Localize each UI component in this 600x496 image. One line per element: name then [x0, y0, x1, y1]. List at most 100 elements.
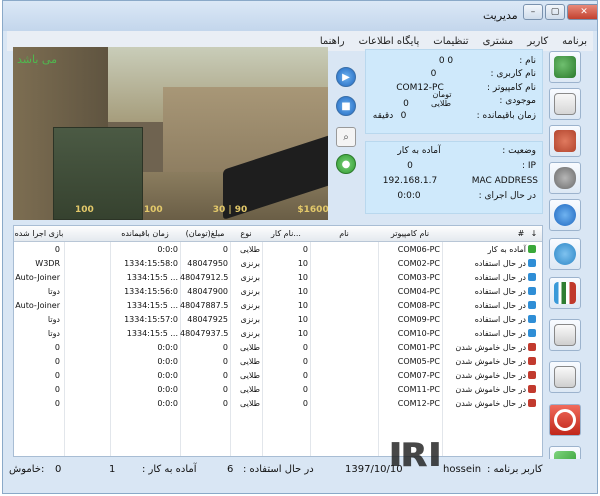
table-row[interactable]: Auto-Joiner 1334:15:5 ... 48047912.5 برنزی 1… [14, 271, 542, 285]
cell-amount: 0 [222, 343, 228, 352]
statusbar-in-use-value: 6 [227, 464, 234, 475]
settings-gear-icon [554, 243, 576, 265]
cell-game: 0 [54, 385, 60, 394]
maximize-button[interactable]: ▢ [545, 4, 565, 20]
info-remaining-label: زمان باقیمانده : [476, 111, 536, 121]
report-button[interactable] [549, 277, 581, 309]
cell-status: در حال خاموش شدن [444, 343, 536, 352]
status-ip-row: IP : 0 [366, 161, 542, 174]
cell-remaining: 0:0:0 [157, 371, 178, 380]
table-row[interactable]: Auto-Joiner 1334:15:5 ... 48047887.5 برنزی 1… [14, 299, 542, 313]
statusbar-in-use-label: در حال استفاده : [243, 464, 314, 475]
users-group-button[interactable] [549, 125, 581, 157]
document-button[interactable] [549, 361, 581, 393]
menu-customer[interactable]: مشتری [483, 36, 514, 47]
cell-game: 0 [54, 245, 60, 254]
cell-username: 0 [302, 371, 308, 380]
col-name[interactable]: نام [310, 229, 378, 238]
window-title: مدیریت [483, 9, 518, 22]
info-username-label: نام کاربری : [490, 69, 536, 79]
users-group-icon [554, 130, 576, 152]
cell-game: 0 [54, 357, 60, 366]
info-username-value: 0 [430, 69, 437, 79]
cell-amount: 48047925 [187, 315, 228, 324]
settings-button[interactable] [549, 238, 581, 270]
col-computer[interactable]: نام کامپیوتر [378, 229, 442, 238]
status-computer-icon [528, 399, 536, 407]
col-username[interactable]: نام کار... [262, 229, 310, 238]
bar-chart-icon [554, 282, 576, 304]
status-computer-icon [528, 371, 536, 379]
customer-info-panel: نام : 0 0 نام کاربری : 0 نام کامپیوتر : … [365, 49, 543, 134]
user-card-button[interactable] [549, 88, 581, 120]
menu-program[interactable]: برنامه [562, 36, 587, 47]
status-text: در حال خاموش شدن [455, 371, 526, 380]
play-button[interactable]: ▶ [336, 67, 356, 87]
cell-type: برنزی [240, 315, 260, 324]
gamepad-icon [554, 167, 576, 189]
menu-user[interactable]: کاربر [527, 36, 548, 47]
table-row[interactable]: 0 0:0:0 0 طلایی 0 COM11-PC در حال خاموش شدن [14, 383, 542, 397]
col-type[interactable]: نوع [230, 229, 262, 238]
status-text: در حال استفاده [474, 301, 526, 310]
preview-hud: 100 100 30 | 90 $16000 [75, 205, 328, 219]
add-document-button[interactable] [549, 319, 581, 351]
table-row[interactable]: 0 0:0:0 0 طلایی 0 COM06-PC آماده به کار [14, 243, 542, 257]
cell-username: 10 [297, 273, 308, 282]
cell-status: در حال خاموش شدن [444, 399, 536, 408]
hud-money: $16000 [297, 205, 328, 215]
table-row[interactable]: 0 0:0:0 0 طلایی 0 COM01-PC در حال خاموش شدن [14, 341, 542, 355]
cell-status: در حال استفاده [444, 329, 536, 338]
cell-type: برنزی [240, 259, 260, 268]
menu-settings[interactable]: تنظیمات [433, 36, 468, 47]
stop-button[interactable]: ■ [336, 96, 356, 116]
table-row[interactable]: 0 0:0:0 0 طلایی 0 COM12-PC در حال خاموش شدن [14, 397, 542, 411]
col-game[interactable]: بازی اجرا شده [14, 229, 64, 238]
hud-health: 100 [75, 205, 94, 215]
cell-status: آماده به کار [444, 245, 536, 254]
cell-amount: 48047912.5 [180, 273, 229, 282]
cell-username: 10 [297, 329, 308, 338]
table-row[interactable]: 0 0:0:0 0 طلایی 0 COM05-PC در حال خاموش شدن [14, 355, 542, 369]
status-text: در حال استفاده [474, 287, 526, 296]
cell-username: 10 [297, 287, 308, 296]
cell-computer: COM12-PC [397, 399, 440, 408]
table-row[interactable]: دوتا 1334:15:5 ... 48047937.5 برنزی 10 COM10-… [14, 327, 542, 341]
menu-database[interactable]: پایگاه اطلاعات [359, 36, 420, 47]
col-remaining[interactable]: زمان باقیمانده [110, 229, 180, 238]
statusbar-off-label: خاموش: [9, 464, 45, 475]
add-user-button[interactable] [549, 51, 581, 83]
status-running-value: 0:0:0 [397, 191, 421, 201]
zoom-button[interactable]: ⌕ [336, 127, 356, 147]
status-text: در حال خاموش شدن [455, 343, 526, 352]
table-row[interactable]: W3DR 1334:15:58:0 48047950 برنزی 10 COM02-PC د… [14, 257, 542, 271]
cell-game: Auto-Joiner [15, 273, 60, 282]
close-button[interactable]: ✕ [567, 4, 597, 20]
col-number[interactable]: # [514, 229, 528, 238]
menu-help[interactable]: راهنما [320, 36, 345, 47]
cell-type: طلایی [239, 399, 260, 408]
cell-computer: COM01-PC [397, 343, 440, 352]
cell-amount: 48047900 [187, 287, 228, 296]
table-row[interactable]: دوتا 1334:15:57:0 48047925 برنزی 10 COM09-PC د… [14, 313, 542, 327]
info-name-row: نام : 0 0 [366, 56, 542, 69]
table-row[interactable]: 0 0:0:0 0 طلایی 0 COM07-PC در حال خاموش شدن [14, 369, 542, 383]
refresh-button[interactable] [549, 199, 581, 231]
table-row[interactable]: دوتا 1334:15:56:0 48047900 برنزی 10 COM04-PC د… [14, 285, 542, 299]
cell-status: در حال خاموش شدن [444, 385, 536, 394]
info-balance-value: 0 [403, 99, 409, 109]
info-username-row: نام کاربری : 0 [366, 69, 542, 82]
info-balance-label: موجودی : [499, 96, 536, 106]
gamepad-button[interactable] [549, 162, 581, 194]
stop-icon: ■ [341, 100, 351, 112]
col-amount[interactable]: مبلغ(تومان) [180, 229, 230, 238]
green-action-button[interactable]: ● [336, 154, 356, 174]
cell-computer: COM06-PC [397, 245, 440, 254]
cell-game: W3DR [35, 259, 60, 268]
cell-computer: COM07-PC [397, 371, 440, 380]
sort-arrow-icon[interactable]: ↓ [528, 229, 540, 238]
status-text: در حال استفاده [474, 315, 526, 324]
statusbar-off-value: 0 [55, 464, 62, 475]
info-computer-label: نام کامپیوتر : [487, 83, 536, 93]
minimize-button[interactable]: – [523, 4, 543, 20]
